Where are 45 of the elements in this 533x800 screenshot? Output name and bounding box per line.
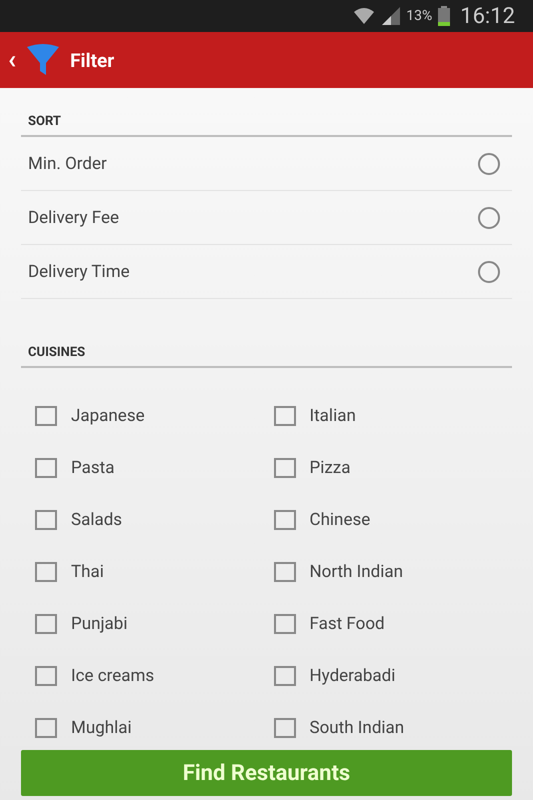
checkbox[interactable] — [274, 562, 296, 582]
checkbox[interactable] — [274, 406, 296, 426]
cuisine-label: Hyderabadi — [310, 666, 396, 686]
cuisine-label: Ice creams — [71, 666, 154, 686]
checkbox[interactable] — [35, 458, 57, 478]
sort-option-label: Min. Order — [28, 154, 107, 174]
section-heading: SORT — [21, 106, 512, 137]
radio-button[interactable] — [478, 206, 500, 228]
checkbox[interactable] — [274, 666, 296, 686]
cuisine-label: Punjabi — [71, 614, 128, 634]
cuisine-label: Pasta — [71, 458, 114, 478]
back-button[interactable]: ‹ — [8, 47, 16, 73]
checkbox[interactable] — [35, 614, 57, 634]
checkbox[interactable] — [35, 718, 57, 738]
cuisine-label: Thai — [71, 562, 104, 582]
cuisine-label: Mughlai — [71, 718, 132, 738]
checkbox[interactable] — [274, 718, 296, 738]
cuisine-label: North Indian — [310, 562, 404, 582]
sort-option-label: Delivery Time — [28, 262, 130, 282]
cuisine-label: Japanese — [71, 406, 145, 426]
battery-percentage: 13% — [406, 8, 432, 24]
find-restaurants-button[interactable]: Find Restaurants — [21, 750, 512, 796]
signal-icon — [382, 7, 400, 25]
checkbox[interactable] — [35, 510, 57, 530]
cuisine-label: Salads — [71, 510, 122, 530]
radio-button[interactable] — [478, 260, 500, 282]
screen-title: Filter — [70, 48, 114, 72]
sort-option-label: Delivery Fee — [28, 208, 120, 228]
clock-time: 16:12 — [460, 4, 515, 28]
cuisine-label: South Indian — [310, 718, 404, 738]
checkbox[interactable] — [274, 510, 296, 530]
section-heading: CUISINES — [21, 337, 512, 368]
checkbox[interactable] — [35, 562, 57, 582]
cuisine-label: Chinese — [310, 510, 370, 530]
checkbox[interactable] — [35, 666, 57, 686]
checkbox[interactable] — [35, 406, 57, 426]
funnel-icon — [26, 43, 60, 77]
battery-icon — [438, 6, 450, 26]
checkbox[interactable] — [274, 458, 296, 478]
cuisine-label: Pizza — [310, 458, 350, 478]
wifi-icon — [352, 6, 376, 26]
cuisine-label: Fast Food — [310, 614, 385, 634]
radio-button[interactable] — [478, 152, 500, 174]
cuisine-label: Italian — [310, 406, 356, 426]
checkbox[interactable] — [274, 614, 296, 634]
